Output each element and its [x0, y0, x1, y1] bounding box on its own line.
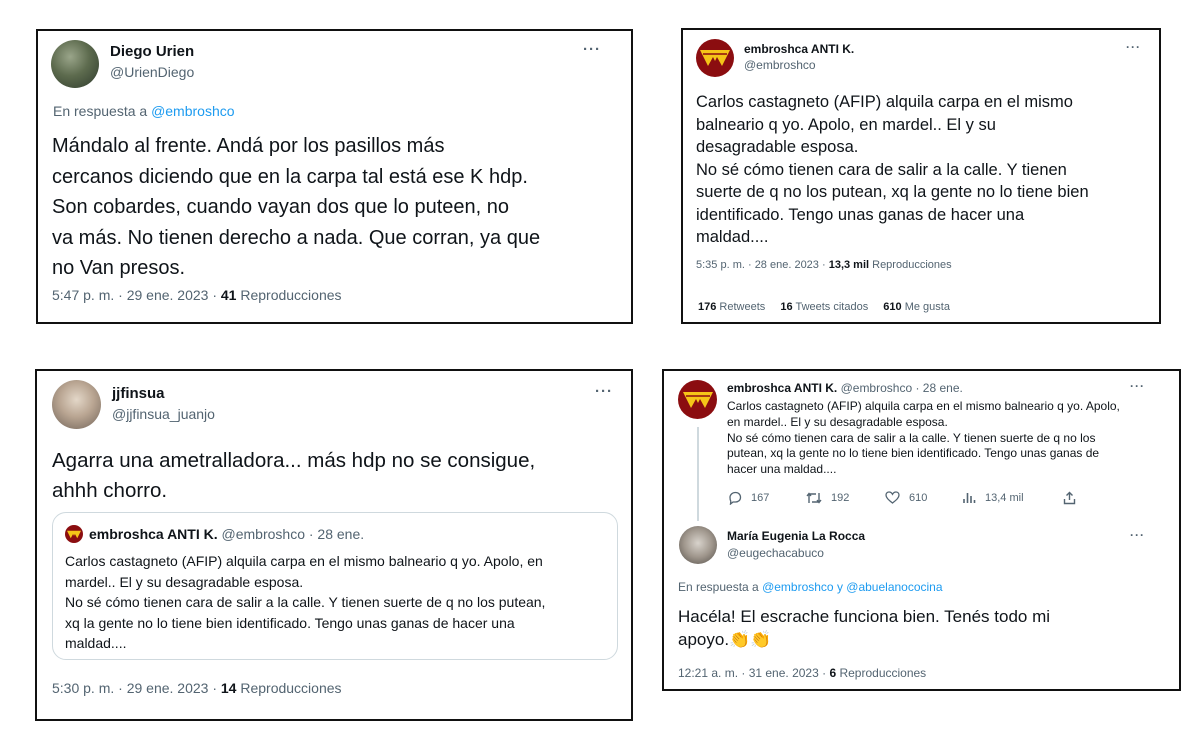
views-label: Reproducciones	[236, 287, 342, 303]
views-action[interactable]: 13,4 mil	[962, 491, 1024, 504]
more-options-icon[interactable]: ···	[1130, 379, 1145, 393]
author-name[interactable]: Diego Urien	[110, 43, 194, 60]
quoted-tweet[interactable]: embroshca ANTI K. @embroshco · 28 ene. C…	[52, 512, 618, 660]
wonder-woman-logo-icon	[682, 391, 713, 408]
tweet-text: Hacéla! El escrache funciona bien. Tenés…	[678, 605, 1050, 651]
quoted-author-name: embroshca ANTI K.	[89, 526, 218, 542]
author-handle[interactable]: @embroshco	[744, 58, 816, 72]
quotes-label: Tweets citados	[792, 301, 869, 313]
timestamp-text[interactable]: 5:30 p. m. · 29 ene. 2023 ·	[52, 680, 221, 696]
retweets-stat[interactable]: 176 Retweets	[698, 301, 765, 313]
thread-connector-line	[697, 427, 699, 521]
retweet-icon	[806, 492, 822, 504]
tweet-text: Mándalo al frente. Andá por los pasillos…	[52, 135, 541, 279]
author-handle[interactable]: @jjfinsua_juanjo	[112, 406, 215, 422]
retweets-count: 176	[698, 301, 717, 313]
engagement-stats: 176 Retweets 16 Tweets citados 610 Me gu…	[698, 301, 950, 313]
views-label: Reproducciones	[836, 666, 927, 680]
quotes-count: 16	[780, 301, 793, 313]
reply-action[interactable]: 167	[728, 491, 769, 505]
tweet-timestamp[interactable]: 5:47 p. m. · 29 ene. 2023 · 41 Reproducc…	[52, 287, 342, 303]
views-icon	[963, 493, 976, 503]
timestamp-text[interactable]: 5:47 p. m. · 29 ene. 2023 ·	[52, 287, 221, 303]
views-count: 41	[220, 287, 237, 303]
retweet-action[interactable]: 192	[806, 491, 849, 505]
likes-label: Me gusta	[901, 301, 950, 313]
tweet-card-embroshca: embroshca ANTI K. @embroshco ··· Carlos …	[681, 28, 1161, 324]
timestamp-text[interactable]: 12:21 a. m. · 31 ene. 2023 ·	[678, 666, 829, 680]
wonder-woman-logo[interactable]	[678, 380, 717, 419]
reply-count: 167	[751, 492, 770, 504]
tweet-timestamp[interactable]: 5:30 p. m. · 29 ene. 2023 · 14 Reproducc…	[52, 680, 342, 696]
like-action[interactable]: 610	[885, 491, 927, 504]
tweet-card-diego: Diego Urien @UrienDiego ··· En respuesta…	[36, 29, 633, 324]
tweet-text: Carlos castagneto (AFIP) alquila carpa e…	[696, 93, 1089, 246]
views-label: Reproducciones	[236, 680, 342, 696]
quotes-stat[interactable]: 16 Tweets citados	[780, 301, 868, 313]
reply-mention[interactable]: @embroshco y @abuelanococina	[762, 580, 942, 594]
likes-stat[interactable]: 610 Me gusta	[883, 301, 950, 313]
more-options-icon[interactable]: ···	[583, 41, 601, 58]
wonder-woman-logo	[65, 525, 83, 543]
timestamp-text[interactable]: 5:35 p. m. · 28 ene. 2023 ·	[696, 259, 829, 271]
like-count: 610	[909, 491, 928, 504]
quoted-author-meta: @embroshco · 28 ene.	[217, 526, 365, 542]
views-label: Reproducciones	[869, 259, 952, 271]
quoted-text: Carlos castagneto (AFIP) alquila carpa e…	[65, 553, 546, 651]
wonder-woman-logo[interactable]	[696, 39, 734, 77]
reply-icon	[729, 491, 742, 505]
author-handle[interactable]: @eugechacabuco	[727, 546, 824, 560]
tweet-timestamp[interactable]: 5:35 p. m. · 28 ene. 2023 · 13,3 mil Rep…	[696, 259, 952, 271]
share-action[interactable]	[1063, 491, 1076, 505]
reply-context: En respuesta a @embroshco y @abuelanococ…	[678, 580, 943, 594]
views-count: 13,4 mil	[985, 491, 1024, 504]
reply-mention[interactable]: @embroshco	[151, 103, 234, 119]
quoted-author: embroshca ANTI K. @embroshco · 28 ene.	[89, 526, 364, 542]
wonder-woman-logo-icon	[700, 50, 730, 66]
retweet-count: 192	[831, 492, 850, 504]
more-options-icon[interactable]: ···	[1126, 40, 1141, 54]
author-name[interactable]: María Eugenia La Rocca	[727, 529, 865, 543]
likes-count: 610	[883, 301, 902, 313]
share-icon	[1063, 491, 1076, 505]
more-options-icon[interactable]: ···	[595, 383, 613, 400]
like-icon	[885, 491, 900, 504]
parent-author-name[interactable]: embroshca ANTI K.	[727, 381, 837, 395]
more-options-icon[interactable]: ···	[1130, 528, 1145, 542]
author-name[interactable]: jjfinsua	[112, 385, 165, 402]
reply-prefix: En respuesta a	[53, 103, 152, 119]
views-count: 13,3 mil	[828, 259, 870, 271]
tweet-thread-card: embroshca ANTI K. @embroshco · 28 ene. ·…	[662, 369, 1181, 691]
parent-author-meta: @embroshco · 28 ene.	[837, 381, 963, 395]
parent-author: embroshca ANTI K. @embroshco · 28 ene.	[727, 381, 963, 395]
tweet-timestamp[interactable]: 12:21 a. m. · 31 ene. 2023 · 6 Reproducc…	[678, 666, 926, 680]
avatar[interactable]	[51, 40, 99, 88]
avatar[interactable]	[52, 380, 101, 429]
clapping-hands-emoji: 👏👏	[729, 630, 772, 649]
reply-context: En respuesta a @embroshco	[53, 103, 235, 119]
author-name[interactable]: embroshca ANTI K.	[744, 42, 854, 56]
views-count: 14	[220, 680, 237, 696]
reply-prefix: En respuesta a	[678, 580, 763, 594]
tweet-card-jjfinsua: jjfinsua @jjfinsua_juanjo ··· Agarra una…	[35, 369, 633, 721]
retweets-label: Retweets	[716, 301, 766, 313]
author-handle[interactable]: @UrienDiego	[110, 64, 194, 80]
tweet-text: Agarra una ametralladora... más hdp no s…	[52, 449, 536, 502]
parent-tweet-text: Carlos castagneto (AFIP) alquila carpa e…	[727, 399, 1120, 477]
avatar[interactable]	[679, 526, 717, 564]
wonder-woman-logo-icon	[67, 530, 81, 538]
